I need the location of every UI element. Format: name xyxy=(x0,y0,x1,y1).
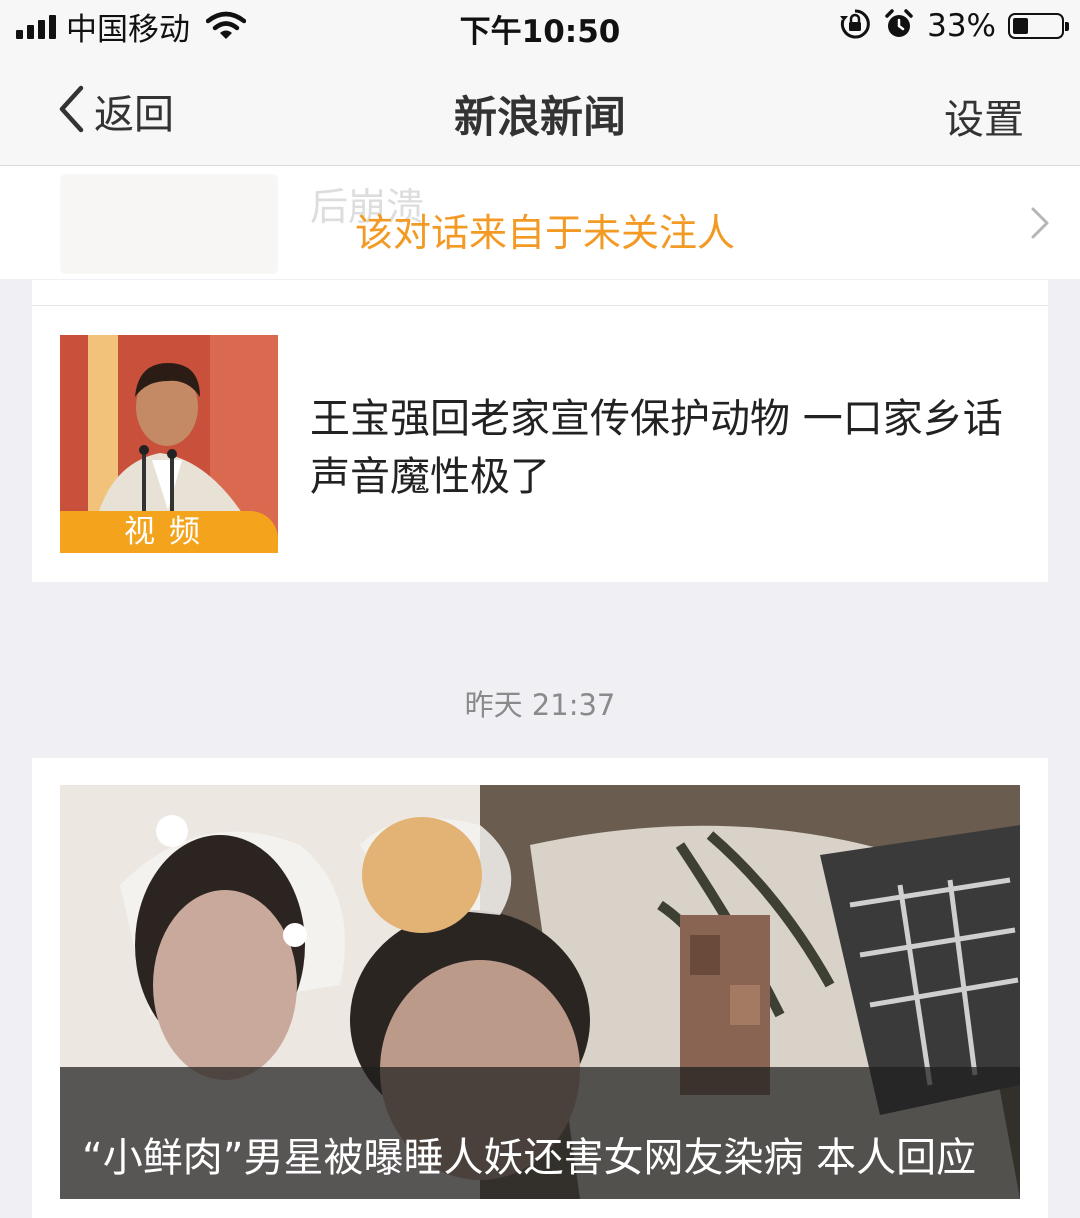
message-timestamp: 昨天 21:37 xyxy=(464,688,616,722)
news-thumbnail[interactable]: 视频 xyxy=(60,335,278,553)
battery-icon xyxy=(1008,13,1069,39)
battery-fill xyxy=(1013,18,1028,34)
settings-button[interactable]: 设置 xyxy=(944,87,1024,145)
unfollowed-notice-banner[interactable]: 后崩溃 该对话来自于未关注人 xyxy=(0,166,1080,279)
battery-percent: 33% xyxy=(927,8,996,44)
news-headline: “小鲜肉”男星被曝睡人妖还害女网友染病 本人回应 xyxy=(82,1135,977,1181)
status-bar: 中国移动 下午10:50 33% xyxy=(0,0,1080,55)
video-tag: 视频 xyxy=(60,511,278,553)
scrolled-thumbnail xyxy=(60,174,278,274)
news-photo[interactable]: “小鲜肉”男星被曝睡人妖还害女网友染病 本人回应 xyxy=(60,785,1020,1199)
notice-text: 该对话来自于未关注人 xyxy=(355,211,736,255)
divider xyxy=(32,305,1048,306)
news-card[interactable]: 视频 王宝强回老家宣传保护动物 一口家乡话声音魔性极了 xyxy=(32,280,1048,582)
chevron-right-icon xyxy=(1030,206,1050,244)
rotation-lock-icon xyxy=(839,8,871,44)
news-card[interactable]: “小鲜肉”男星被曝睡人妖还害女网友染病 本人回应 xyxy=(32,758,1048,1218)
page-title: 新浪新闻 xyxy=(454,93,626,143)
news-headline[interactable]: 王宝强回老家宣传保护动物 一口家乡话声音魔性极了 xyxy=(310,390,1010,506)
nav-bar: 返回 新浪新闻 设置 xyxy=(0,55,1080,166)
alarm-icon xyxy=(883,8,915,44)
status-right: 33% xyxy=(839,6,1069,46)
